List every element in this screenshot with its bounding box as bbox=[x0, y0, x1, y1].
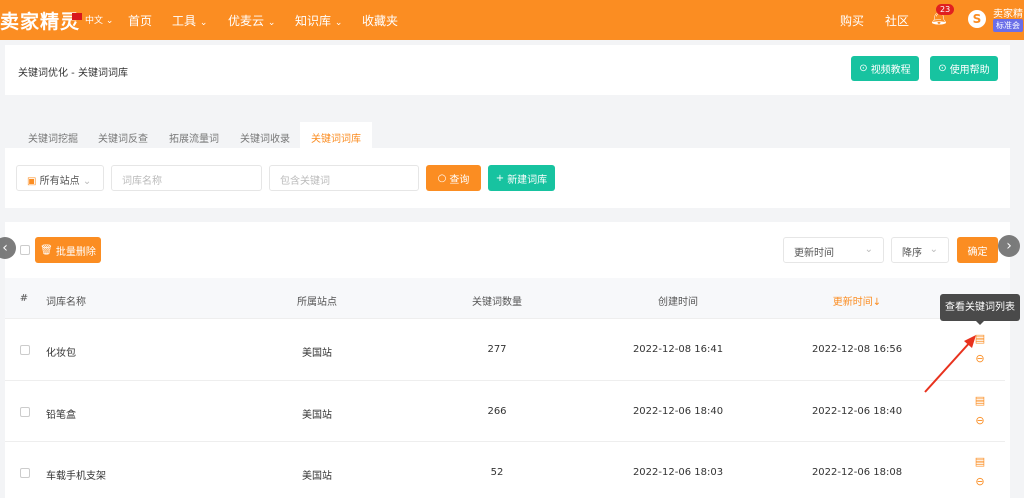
batch-delete-button[interactable]: 🗑︎ 批量删除 bbox=[35, 237, 101, 263]
cell-created: 2022-12-06 18:03 bbox=[632, 467, 724, 478]
view-keyword-list-icon[interactable]: ▤ bbox=[975, 455, 985, 468]
cell-count: 52 bbox=[490, 467, 504, 478]
cell-created: 2022-12-06 18:40 bbox=[632, 406, 724, 417]
col-count: 关键词数量 bbox=[472, 297, 522, 308]
breadcrumb: 关键词优化 - 关键词词库 bbox=[18, 68, 128, 79]
breadcrumb-card: 关键词优化 - 关键词词库 ⊙ 视频教程 ⊙ 使用帮助 bbox=[5, 45, 1010, 95]
cell-updated: 2022-12-08 16:56 bbox=[811, 344, 903, 355]
china-flag-icon bbox=[72, 13, 82, 20]
confirm-button[interactable]: 确定 bbox=[957, 237, 998, 263]
tab-reverse-lookup[interactable]: 关键词反查 bbox=[98, 130, 148, 145]
tooltip-arrow bbox=[976, 321, 984, 325]
more-options-icon[interactable]: ⊖ bbox=[975, 414, 984, 427]
col-index: # bbox=[19, 293, 29, 304]
more-options-icon[interactable]: ⊖ bbox=[975, 475, 984, 488]
cell-name: 化妆包 bbox=[46, 348, 76, 359]
row-checkbox[interactable] bbox=[20, 468, 30, 478]
avatar[interactable]: S bbox=[968, 10, 986, 28]
logo: 卖家精灵 bbox=[0, 11, 81, 33]
nav-tools[interactable]: 工具 ⌄ bbox=[172, 12, 207, 29]
col-created: 创建时间 bbox=[658, 297, 698, 308]
cell-updated: 2022-12-06 18:40 bbox=[811, 406, 903, 417]
query-button[interactable]: ○ 查询 bbox=[426, 165, 481, 191]
cell-count: 277 bbox=[487, 344, 507, 355]
tab-keyword-mining[interactable]: 关键词挖掘 bbox=[28, 130, 78, 145]
col-site: 所属站点 bbox=[297, 297, 337, 308]
carousel-next-icon[interactable]: › bbox=[998, 235, 1020, 257]
cell-count: 266 bbox=[487, 406, 507, 417]
row-checkbox[interactable] bbox=[20, 407, 30, 417]
tab-expand-traffic[interactable]: 拓展流量词 bbox=[169, 130, 219, 145]
cell-site: 美国站 bbox=[302, 348, 332, 359]
row-divider bbox=[5, 318, 1005, 319]
nav-community[interactable]: 社区 bbox=[885, 12, 909, 29]
cell-site: 美国站 bbox=[302, 471, 332, 482]
cell-name: 车载手机支架 bbox=[46, 471, 106, 482]
sort-order-select[interactable]: 降序 ⌄ bbox=[891, 237, 949, 263]
col-updated[interactable]: 更新时间↓ bbox=[833, 293, 881, 308]
top-header: 卖家精灵 中文 ⌄ 首页 工具 ⌄ 优麦云 ⌄ 知识库 ⌄ 收藏夹 购买 社区 … bbox=[0, 0, 1024, 40]
library-name-input[interactable]: 词库名称 bbox=[111, 165, 262, 191]
view-keyword-list-icon[interactable]: ▤ bbox=[975, 394, 985, 407]
nav-knowledge[interactable]: 知识库 ⌄ bbox=[295, 12, 342, 29]
cell-updated: 2022-12-06 18:08 bbox=[811, 467, 903, 478]
notification-count: 23 bbox=[936, 4, 955, 15]
cell-created: 2022-12-08 16:41 bbox=[632, 344, 724, 355]
tab-keyword-library[interactable]: 关键词词库 bbox=[311, 130, 361, 145]
help-button[interactable]: ⊙ 使用帮助 bbox=[930, 56, 998, 81]
member-badge: 标准会 bbox=[993, 19, 1023, 32]
select-all-checkbox[interactable] bbox=[20, 245, 30, 255]
cell-name: 铅笔盒 bbox=[46, 410, 76, 421]
site-select[interactable]: ▣ 所有站点 ⌄ bbox=[16, 165, 104, 191]
nav-youmaiyun[interactable]: 优麦云 ⌄ bbox=[228, 12, 275, 29]
row-checkbox[interactable] bbox=[20, 345, 30, 355]
row-divider bbox=[5, 441, 1005, 442]
user-name[interactable]: 卖家精 bbox=[993, 5, 1023, 20]
row-divider bbox=[5, 380, 1005, 381]
sort-field-select[interactable]: 更新时间 ⌄ bbox=[783, 237, 884, 263]
tooltip: 查看关键词列表 bbox=[940, 294, 1020, 321]
nav-favorites[interactable]: 收藏夹 bbox=[362, 12, 398, 29]
table-card bbox=[5, 222, 1010, 498]
new-library-button[interactable]: + 新建词库 bbox=[488, 165, 555, 191]
red-arrow-annotation bbox=[924, 335, 976, 393]
nav-buy[interactable]: 购买 bbox=[840, 12, 864, 29]
cell-site: 美国站 bbox=[302, 410, 332, 421]
video-tutorial-button[interactable]: ⊙ 视频教程 bbox=[851, 56, 919, 81]
tab-keyword-indexing[interactable]: 关键词收录 bbox=[240, 130, 290, 145]
col-name: 词库名称 bbox=[46, 297, 86, 308]
language-select[interactable]: 中文 ⌄ bbox=[85, 13, 113, 26]
nav-home[interactable]: 首页 bbox=[128, 12, 152, 29]
keyword-input[interactable]: 包含关键词 bbox=[269, 165, 419, 191]
